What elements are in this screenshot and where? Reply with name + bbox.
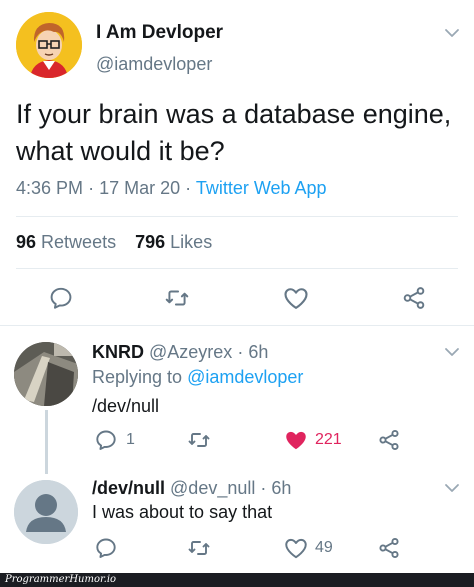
reply-avatar[interactable] (14, 342, 78, 406)
retweet-icon (165, 290, 189, 306)
chevron-down-icon[interactable] (442, 345, 462, 359)
heart-icon (285, 538, 307, 559)
reply-time[interactable]: 6h (271, 478, 291, 498)
cartoon-developer-avatar-icon (16, 12, 82, 78)
replying-mention[interactable]: @iamdevloper (187, 367, 303, 387)
retweet-button[interactable] (164, 285, 190, 311)
like-button[interactable] (282, 284, 310, 312)
like-button-active[interactable]: 221 (283, 427, 342, 453)
reply-author-handle[interactable]: @dev_null (170, 478, 255, 498)
likes-label: Likes (170, 232, 213, 252)
divider (16, 268, 458, 269)
divider (16, 216, 458, 217)
meta-separator: · (260, 478, 267, 498)
likes-count: 796 (135, 232, 166, 252)
share-button[interactable] (401, 285, 427, 311)
share-icon (379, 429, 399, 451)
reply-button[interactable]: 1 (94, 428, 135, 452)
like-count: 221 (315, 431, 342, 448)
reply-header: KNRD @Azeyrex · 6h (92, 342, 268, 363)
tweet-source-link[interactable]: Twitter Web App (196, 178, 327, 198)
heart-icon (286, 431, 306, 450)
tweet-text: If your brain was a database engine, wha… (16, 99, 452, 166)
retweets-stat[interactable]: 96 Retweets (16, 232, 116, 252)
heart-icon (284, 288, 308, 309)
share-icon (403, 287, 425, 309)
reply-header: /dev/null @dev_null · 6h (92, 478, 291, 499)
reply-button[interactable] (48, 285, 74, 311)
like-count: 49 (315, 539, 333, 556)
retweets-count: 96 (16, 232, 37, 252)
reply-avatar[interactable] (14, 480, 78, 544)
share-icon (379, 537, 399, 559)
reply-icon (96, 538, 116, 558)
tweet-date[interactable]: 17 Mar 20 (99, 178, 180, 198)
reply-icon (50, 287, 72, 309)
replying-label: Replying to (92, 367, 183, 387)
like-button[interactable]: 49 (283, 535, 333, 561)
reply-text: I was about to say that (92, 502, 273, 522)
watermark: ProgrammerHumor.io (0, 573, 474, 587)
author-avatar[interactable] (16, 12, 82, 78)
photo-avatar-icon (14, 342, 78, 406)
reply-text: /dev/null (92, 396, 160, 416)
share-button[interactable] (377, 428, 401, 452)
tweet-meta: 4:36 PM · 17 Mar 20 · Twitter Web App (16, 178, 327, 199)
reply-author-handle[interactable]: @Azeyrex (149, 342, 232, 362)
reply-icon (96, 430, 116, 450)
retweets-label: Retweets (41, 232, 117, 252)
chevron-down-icon[interactable] (442, 26, 462, 40)
meta-separator: · (185, 178, 192, 198)
reply-author-name[interactable]: KNRD (92, 342, 144, 362)
meta-separator: · (88, 178, 95, 198)
divider (0, 325, 474, 326)
reply-author-name[interactable]: /dev/null (92, 478, 165, 498)
retweet-button[interactable] (187, 428, 211, 452)
author-name[interactable]: I Am Devloper (96, 22, 223, 44)
retweet-button[interactable] (187, 536, 211, 560)
author-handle[interactable]: @iamdevloper (96, 54, 212, 75)
retweet-icon (188, 541, 210, 555)
tweet-time[interactable]: 4:36 PM (16, 178, 83, 198)
reply-count: 1 (126, 431, 135, 448)
chevron-down-icon[interactable] (442, 481, 462, 495)
likes-stat[interactable]: 796 Likes (135, 232, 212, 252)
reply-button[interactable] (94, 536, 118, 560)
meta-separator: · (237, 342, 244, 362)
thread-line (45, 410, 48, 474)
retweet-icon (188, 433, 210, 447)
replying-to: Replying to @iamdevloper (92, 367, 303, 388)
share-button[interactable] (377, 536, 401, 560)
default-profile-icon (14, 480, 78, 544)
reply-time[interactable]: 6h (248, 342, 268, 362)
tweet-stats: 96 Retweets 796 Likes (16, 232, 212, 253)
